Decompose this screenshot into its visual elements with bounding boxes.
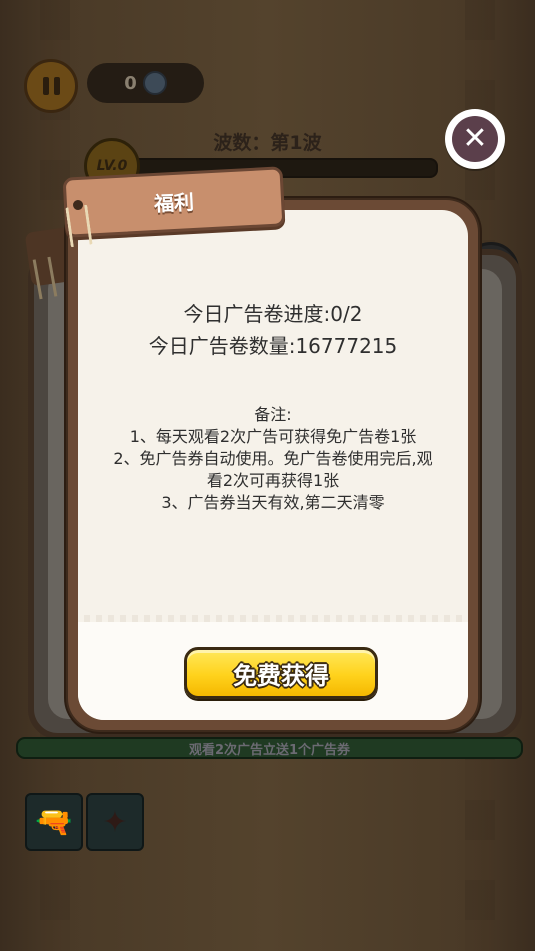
ad-ticket-count: 今日广告卷数量:16777215 <box>148 334 398 358</box>
modal-sheet: 今日广告卷进度:0/2 今日广告卷数量:16777215 备注: 1、每天观看2… <box>78 210 468 720</box>
note-line: 1、每天观看2次广告可获得免广告卷1张 <box>129 427 417 446</box>
note-line: 3、广告券当天有效,第二天清零 <box>161 493 385 512</box>
pause-icon <box>42 77 60 95</box>
free-claim-button[interactable]: 免费获得 <box>184 647 378 699</box>
weapon-slot-water-gun[interactable]: 🔫 <box>25 793 83 851</box>
welfare-modal: 今日广告卷进度:0/2 今日广告卷数量:16777215 备注: 1、每天观看2… <box>66 198 480 732</box>
pause-button[interactable] <box>24 59 78 113</box>
weapon-slot-shuriken[interactable]: ✦ <box>86 793 144 851</box>
ad-ticket-progress: 今日广告卷进度:0/2 <box>183 302 363 326</box>
notes-block: 备注: 1、每天观看2次广告可获得免广告卷1张 2、免广告券自动使用。免广告卷使… <box>78 404 468 514</box>
close-button[interactable]: ✕ <box>445 109 505 169</box>
note-line: 2、免广告券自动使用。免广告卷使用完后,观 <box>113 449 433 468</box>
shuriken-icon: ✦ <box>102 804 128 840</box>
modal-title-tag: 福利 <box>62 166 286 238</box>
gem-icon <box>142 71 167 95</box>
close-icon: ✕ <box>452 116 498 162</box>
water-gun-icon: 🔫 <box>35 804 73 840</box>
coin-count: 0 <box>124 72 137 94</box>
note-line: 看2次可再获得1张 <box>206 471 340 490</box>
ad-reward-banner-text: 观看2次广告立送1个广告券 <box>188 742 351 758</box>
notes-title: 备注: <box>254 405 292 424</box>
modal-title: 福利 <box>153 189 195 217</box>
coin-counter: 0 <box>87 63 204 103</box>
ad-reward-banner: 观看2次广告立送1个广告券 <box>16 737 523 759</box>
